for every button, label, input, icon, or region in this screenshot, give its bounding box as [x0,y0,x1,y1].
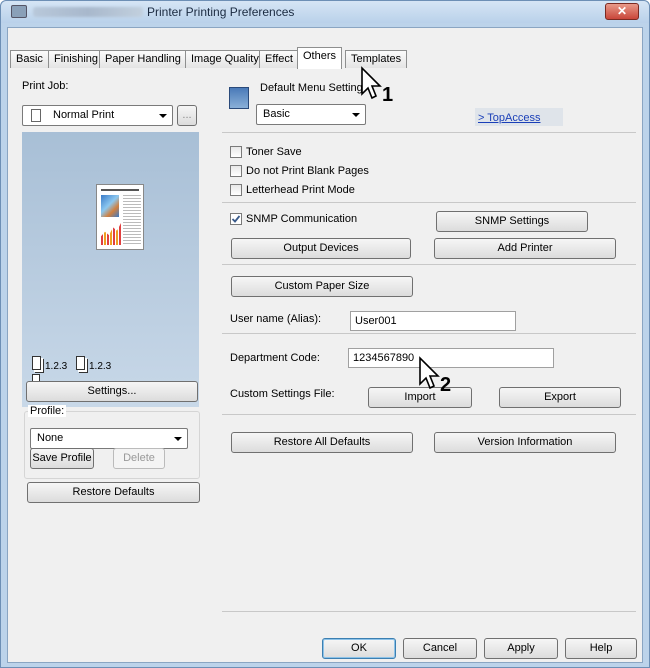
preview-count-right: 1.2.3 [89,361,112,372]
tab-paper-handling[interactable]: Paper Handling [99,50,187,68]
sheet-stack-icon [32,356,41,370]
chevron-down-icon [352,113,360,117]
restore-defaults-button[interactable]: Restore Defaults [27,482,200,503]
user-name-field[interactable]: User001 [350,311,516,331]
ok-button[interactable]: OK [322,638,396,659]
chevron-down-icon [174,437,182,441]
user-name-label: User name (Alias): [230,313,322,325]
department-code-label: Department Code: [230,352,320,364]
cancel-button[interactable]: Cancel [403,638,477,659]
custom-paper-size-button[interactable]: Custom Paper Size [231,276,413,297]
tab-basic[interactable]: Basic [10,50,49,68]
chevron-down-icon [159,114,167,118]
help-button[interactable]: Help [565,638,637,659]
profile-label: Profile: [28,405,67,417]
default-menu-icon [229,87,249,109]
delete-profile-button[interactable]: Delete [113,448,165,469]
preview-header-line [101,189,139,191]
cursor-callout-2: 2 [418,356,451,396]
export-button[interactable]: Export [499,387,621,408]
restore-all-defaults-button[interactable]: Restore All Defaults [231,432,413,453]
default-menu-label: Default Menu Setting [260,82,363,94]
toner-save-checkbox[interactable] [230,146,242,158]
apply-button[interactable]: Apply [484,638,558,659]
settings-button[interactable]: Settings... [26,381,198,402]
callout-number-2: 2 [440,374,452,396]
window-title: Printer Printing Preferences [147,5,295,19]
tab-others[interactable]: Others [297,47,343,69]
preview-bar-chart [101,223,121,245]
tab-image-quality[interactable]: Image Quality [185,50,265,68]
preview-text-lines [123,195,141,245]
print-job-value: Normal Print [53,109,115,121]
divider [222,414,636,415]
default-menu-value: Basic [263,108,290,120]
preview-count-left: 1.2.3 [45,361,68,372]
department-code-field[interactable]: 1234567890 [348,348,554,368]
tab-finishing[interactable]: Finishing [48,50,105,68]
divider [222,202,636,203]
printer-icon [11,5,27,18]
add-printer-button[interactable]: Add Printer [434,238,616,259]
page-preview-image [96,184,144,250]
divider [222,611,636,612]
sheet-stack-icon [76,356,85,370]
no-blank-pages-checkbox[interactable] [230,165,242,177]
profile-value: None [37,432,64,444]
print-job-select[interactable]: Normal Print [22,105,173,126]
save-profile-button[interactable]: Save Profile [30,448,94,469]
document-icon [31,109,41,122]
printer-preferences-window: Printer Printing Preferences ✕ Basic Fin… [0,0,650,668]
version-information-button[interactable]: Version Information [434,432,616,453]
dialog-frame: Basic Finishing Paper Handling Image Qua… [7,27,643,663]
callout-number-1: 1 [382,84,394,106]
cursor-callout-1: 1 [360,66,393,106]
blurred-printer-name [33,7,143,17]
snmp-settings-button[interactable]: SNMP Settings [436,211,588,232]
title-bar[interactable]: Printer Printing Preferences ✕ [1,1,649,23]
output-devices-button[interactable]: Output Devices [231,238,411,259]
custom-settings-file-label: Custom Settings File: [230,388,335,400]
default-menu-select[interactable]: Basic [256,104,366,125]
toner-save-label: Toner Save [246,146,302,158]
snmp-communication-label: SNMP Communication [246,213,358,225]
divider [222,333,636,334]
preview-sailboat-photo [101,195,119,217]
checkmark-icon [231,215,241,223]
topaccess-link[interactable]: > TopAccess [478,112,540,124]
letterhead-label: Letterhead Print Mode [246,184,355,196]
divider [222,264,636,265]
tab-effect[interactable]: Effect [259,50,299,68]
print-job-label: Print Job: [22,80,69,92]
print-job-more-button[interactable]: ... [177,105,197,126]
letterhead-checkbox[interactable] [230,184,242,196]
snmp-communication-checkbox[interactable] [230,213,242,225]
profile-select[interactable]: None [30,428,188,449]
divider [222,132,636,133]
close-button[interactable]: ✕ [605,3,639,20]
no-blank-pages-label: Do not Print Blank Pages [246,165,369,177]
